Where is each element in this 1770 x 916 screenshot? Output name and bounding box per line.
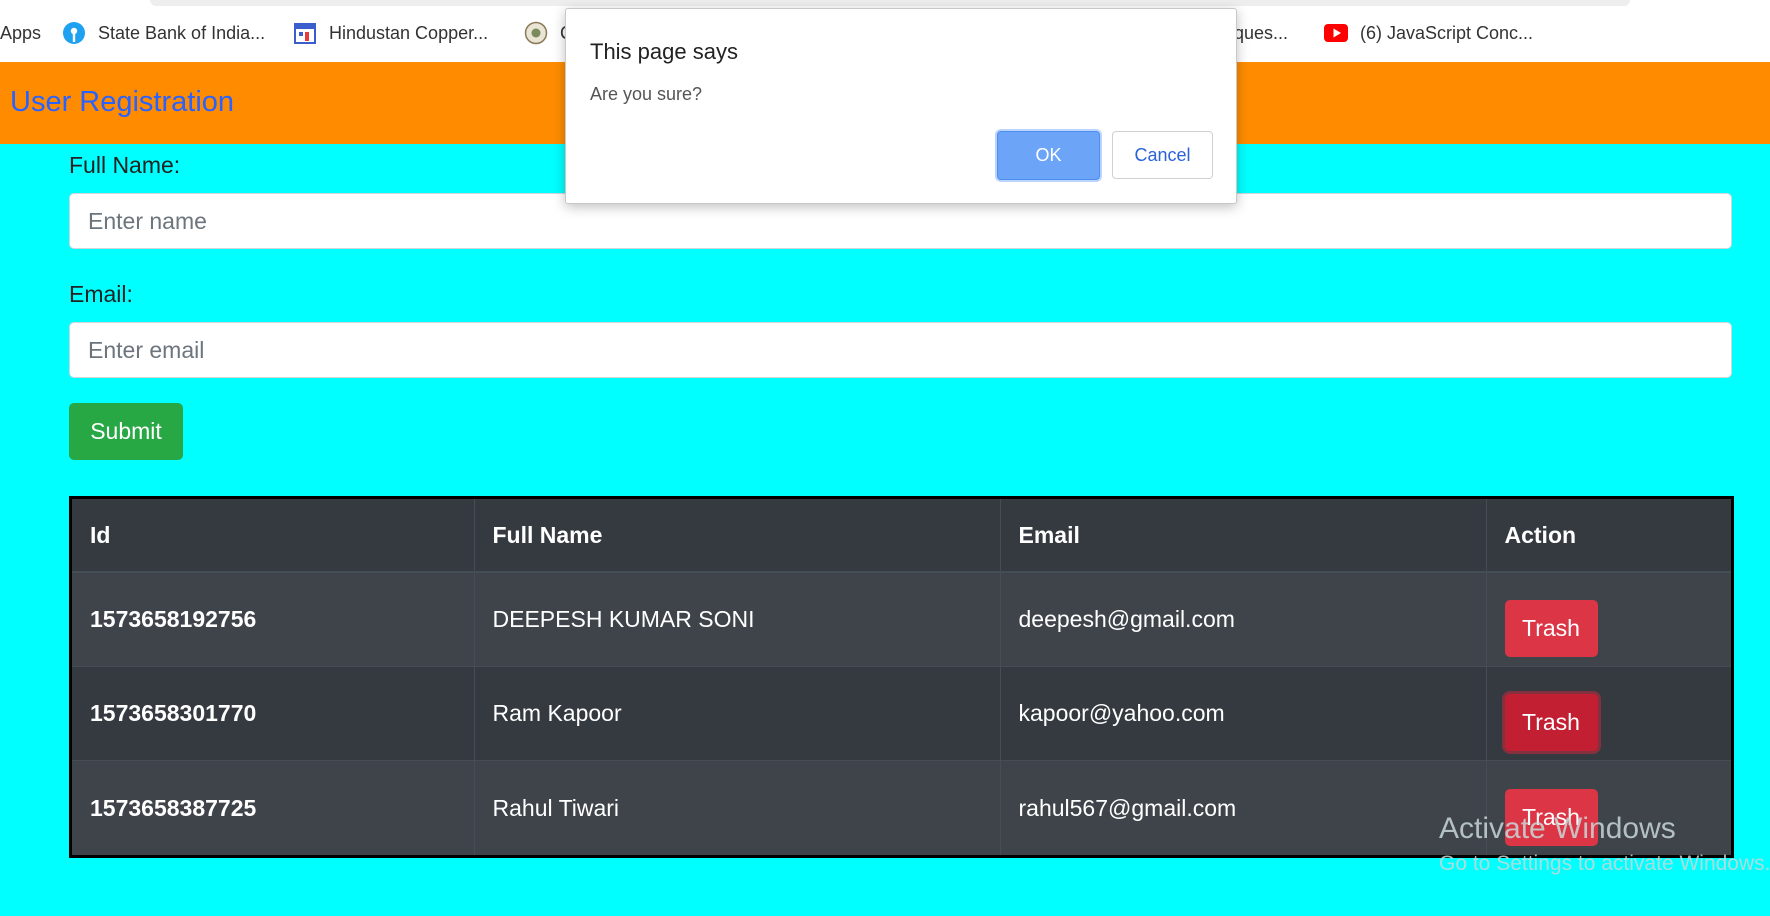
navbar-brand[interactable]: User Registration [10, 86, 234, 119]
cell-email: kapoor@yahoo.com [1000, 665, 1487, 761]
bookmark-label: Hindustan Copper... [329, 22, 489, 43]
dialog-title: This page says [590, 39, 738, 64]
table-row: 1573658192756 DEEPESH KUMAR SONI deepesh… [72, 572, 1731, 667]
cell-email: deepesh@gmail.com [1000, 572, 1487, 667]
cell-action: Trash [1486, 572, 1731, 666]
email-input[interactable] [69, 322, 1732, 378]
cell-id: 1573658387725 [72, 760, 475, 855]
sbi-logo-icon [62, 21, 86, 45]
address-bar-edge [150, 0, 1630, 6]
bookmark-sbi[interactable]: State Bank of India... [62, 20, 265, 46]
bookmark-hindustan-copper[interactable]: Hindustan Copper... [293, 20, 488, 46]
dialog-message: Are you sure? [590, 84, 703, 104]
bookmark-apps[interactable]: Apps [0, 20, 41, 46]
trash-button[interactable]: Trash [1504, 599, 1598, 657]
activate-windows-hint: Go to Settings to activate Windows. [1439, 852, 1770, 875]
cell-full-name: DEEPESH KUMAR SONI [474, 572, 1001, 667]
cancel-button[interactable]: Cancel [1112, 131, 1213, 179]
calendar-icon [293, 21, 317, 45]
cell-full-name: Ram Kapoor [474, 665, 1001, 761]
cell-id: 1573658192756 [72, 572, 475, 667]
trash-button[interactable]: Trash [1504, 693, 1598, 751]
bookmark-questions[interactable]: ques... [1234, 20, 1288, 46]
bookmark-label: (6) JavaScript Conc... [1360, 22, 1534, 43]
bookmark-label: Apps [0, 22, 42, 43]
youtube-icon [1324, 24, 1348, 42]
submit-button[interactable]: Submit [69, 403, 183, 460]
activate-windows-watermark: Activate Windows [1439, 812, 1676, 845]
bookmark-label: ques... [1234, 22, 1289, 43]
column-header-email: Email [1000, 499, 1487, 573]
table-header-row: Id Full Name Email Action [72, 499, 1731, 573]
table-row: 1573658301770 Ram Kapoor kapoor@yahoo.co… [72, 665, 1731, 761]
confirm-dialog: This page says Are you sure? OK Cancel [565, 8, 1237, 204]
column-header-full-name: Full Name [474, 499, 1001, 573]
emblem-icon [524, 21, 548, 45]
column-header-action: Action [1486, 499, 1731, 573]
ok-button[interactable]: OK [997, 131, 1100, 180]
users-table: Id Full Name Email Action 1573658192756 … [69, 496, 1734, 858]
cell-id: 1573658301770 [72, 665, 475, 761]
email-label: Email: [69, 281, 133, 307]
cell-email: rahul567@gmail.com [1000, 760, 1487, 855]
bookmark-youtube[interactable]: (6) JavaScript Conc... [1324, 20, 1533, 46]
full-name-label: Full Name: [69, 152, 181, 178]
cell-full-name: Rahul Tiwari [474, 760, 1001, 855]
bookmark-label: State Bank of India... [98, 22, 266, 43]
column-header-id: Id [72, 499, 475, 573]
cell-action: Trash [1486, 665, 1731, 761]
